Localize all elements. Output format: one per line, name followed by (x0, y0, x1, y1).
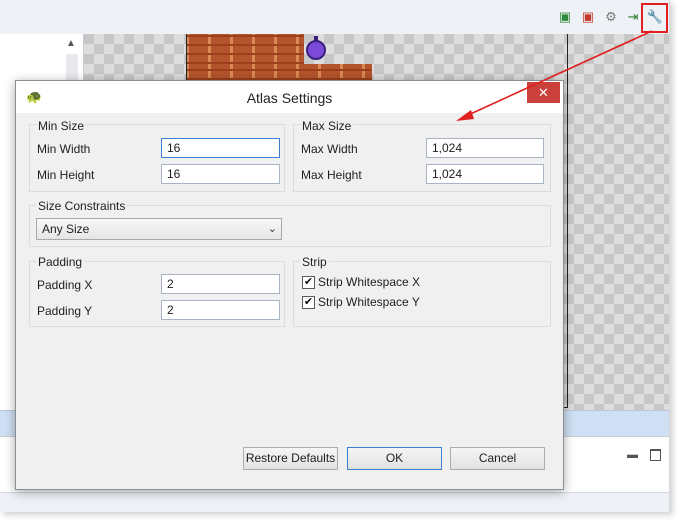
min-height-field[interactable] (161, 164, 280, 184)
strip-whitespace-x-checkbox[interactable]: ✔ Strip Whitespace X (302, 275, 420, 289)
min-height-label: Min Height (37, 168, 95, 182)
max-width-field[interactable] (426, 138, 544, 158)
strip-group-label: Strip (300, 255, 329, 269)
settings-gear-icon[interactable]: ⚙ (603, 9, 619, 25)
restore-defaults-button[interactable]: Restore Defaults (243, 447, 338, 470)
min-width-label: Min Width (37, 142, 91, 156)
max-width-label: Max Width (301, 142, 358, 156)
close-button[interactable]: ✕ (527, 82, 560, 103)
max-height-label: Max Height (301, 168, 362, 182)
checkmark-icon: ✔ (302, 275, 315, 289)
size-constraints-dropdown[interactable]: Any Size ⌄ (36, 218, 282, 240)
cancel-button[interactable]: Cancel (450, 447, 545, 470)
add-image-icon[interactable]: ▣ (557, 9, 573, 25)
atlas-settings-dialog: 🐢 Atlas Settings ✕ Min Size Min Width Mi… (15, 80, 564, 490)
padding-group-label: Padding (36, 255, 85, 269)
minimize-icon[interactable]: ▬ (627, 449, 638, 461)
padding-y-field[interactable] (161, 300, 280, 320)
export-icon[interactable]: ⇥ (625, 9, 641, 25)
padding-y-label: Padding Y (37, 304, 93, 318)
maximize-icon[interactable] (650, 449, 661, 461)
dialog-title: Atlas Settings (246, 90, 333, 106)
padding-x-label: Padding X (37, 278, 93, 292)
min-width-field[interactable] (161, 138, 280, 158)
strip-group (293, 261, 551, 327)
strip-whitespace-x-label: Strip Whitespace X (318, 275, 421, 289)
min-size-group-label: Min Size (36, 119, 87, 133)
size-constraints-group-label: Size Constraints (36, 199, 128, 213)
toolbar: ▣ ▣ ⚙ ⇥ 🔧 (0, 0, 669, 34)
status-bar (0, 492, 669, 512)
size-constraints-value: Any Size (42, 222, 90, 236)
padding-x-field[interactable] (161, 274, 280, 294)
dialog-titlebar[interactable]: 🐢 Atlas Settings ✕ (16, 81, 563, 113)
ok-button[interactable]: OK (347, 447, 442, 470)
max-height-field[interactable] (426, 164, 544, 184)
scroll-up-arrow-icon[interactable]: ▲ (64, 38, 78, 52)
strip-whitespace-y-label: Strip Whitespace Y (318, 295, 420, 309)
remove-image-icon[interactable]: ▣ (580, 9, 596, 25)
annotation-highlight-box (641, 3, 668, 33)
close-icon: ✕ (538, 85, 549, 100)
chevron-down-icon: ⌄ (267, 223, 277, 235)
max-size-group-label: Max Size (300, 119, 354, 133)
checkmark-icon: ✔ (302, 295, 315, 309)
strip-whitespace-y-checkbox[interactable]: ✔ Strip Whitespace Y (302, 295, 420, 309)
